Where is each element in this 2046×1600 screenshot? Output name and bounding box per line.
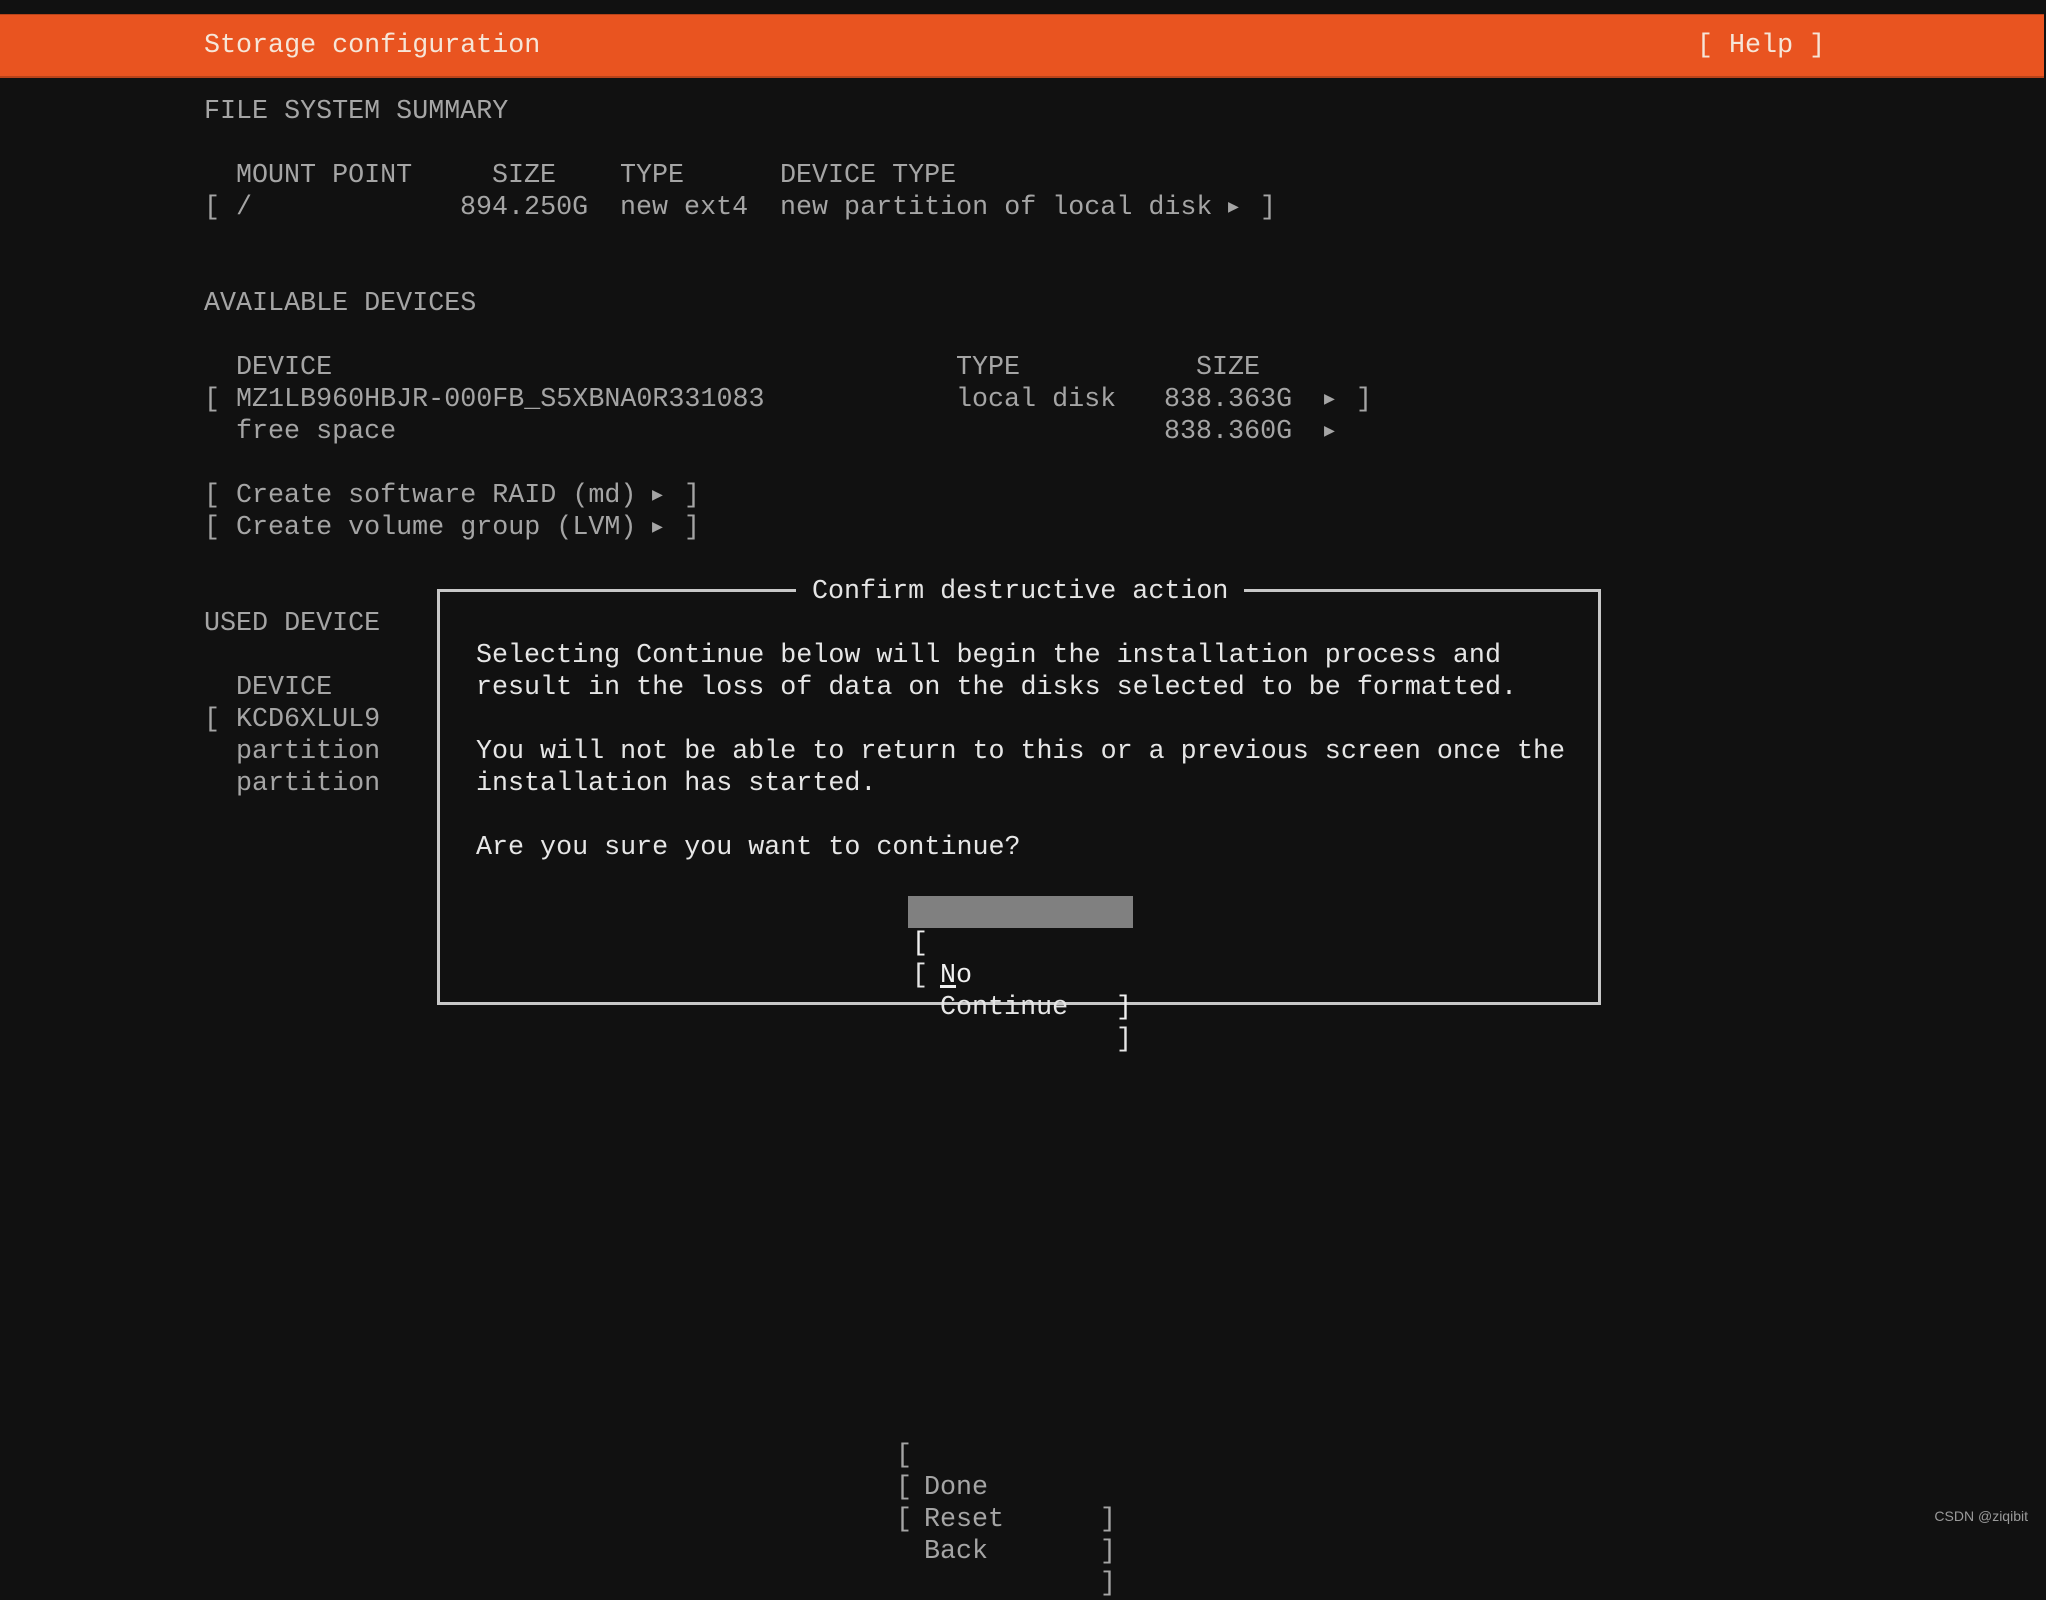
- create-lvm-label: Create volume group (LVM): [236, 513, 637, 543]
- arrow-right-icon: ▶: [652, 486, 663, 506]
- dialog-question: Are you sure you want to continue?: [476, 833, 1021, 863]
- dialog-title: Confirm destructive action: [796, 576, 1245, 608]
- no-button-label: No: [940, 961, 973, 991]
- dialog-message-line: result in the loss of data on the disks …: [476, 673, 1517, 703]
- open-bracket: [: [204, 193, 221, 223]
- fs-col-size: SIZE: [492, 161, 557, 191]
- fs-col-mount-point: MOUNT POINT: [236, 161, 413, 191]
- used-device-name: KCD6XLUL9: [236, 705, 381, 735]
- dialog-message-line: You will not be able to return to this o…: [476, 737, 1566, 767]
- no-button[interactable]: [ No ]: [908, 896, 1133, 1023]
- fs-col-device-type: DEVICE TYPE: [780, 161, 957, 191]
- back-button-label: Back: [924, 1537, 989, 1567]
- close-bracket: ]: [1100, 1569, 1117, 1599]
- watermark: CSDN @ziqibit: [1934, 1508, 2028, 1524]
- device-name: MZ1LB960HBJR-000FB_S5XBNA0R331083: [236, 385, 765, 415]
- device-size: 838.360G: [1164, 417, 1293, 447]
- fs-device-type: new partition of local disk: [780, 193, 1213, 223]
- create-raid-label: Create software RAID (md): [236, 481, 637, 511]
- page-title: Storage configuration: [204, 31, 541, 61]
- used-device-partition: partition: [236, 737, 381, 767]
- close-bracket: ]: [1116, 993, 1133, 1023]
- close-bracket: ]: [684, 481, 701, 511]
- continue-button[interactable]: [ Continue ]: [908, 928, 1133, 1055]
- device-name: free space: [236, 417, 397, 447]
- used-devices-heading: USED DEVICE: [204, 609, 381, 639]
- close-bracket: ]: [684, 513, 701, 543]
- reset-button[interactable]: [ Reset ]: [892, 1440, 1117, 1567]
- close-bracket: ]: [1260, 193, 1277, 223]
- reset-button-label: Reset: [924, 1505, 1005, 1535]
- open-bracket: [: [204, 513, 221, 543]
- header-bar: Storage configuration [ Help ]: [0, 14, 2044, 78]
- back-button[interactable]: [ Back ]: [892, 1472, 1117, 1599]
- arrow-right-icon: ▶: [1324, 390, 1335, 410]
- arrow-right-icon: ▶: [1324, 422, 1335, 442]
- fs-col-type: TYPE: [620, 161, 685, 191]
- arrow-right-icon: ▶: [1228, 198, 1239, 218]
- fs-type: new ext4: [620, 193, 749, 223]
- done-button[interactable]: [ Done ]: [892, 1408, 1117, 1535]
- ad-col-size: SIZE: [1196, 353, 1261, 383]
- fs-mount-point: /: [236, 193, 253, 223]
- ud-col-device: DEVICE: [236, 673, 333, 703]
- device-size: 838.363G: [1164, 385, 1293, 415]
- open-bracket: [: [204, 385, 221, 415]
- open-bracket: [: [204, 705, 221, 735]
- used-device-partition: partition: [236, 769, 381, 799]
- arrow-right-icon: ▶: [652, 518, 663, 538]
- close-bracket: ]: [1100, 1537, 1117, 1567]
- open-bracket: [: [912, 961, 929, 991]
- ad-col-device: DEVICE: [236, 353, 333, 383]
- close-bracket: ]: [1100, 1505, 1117, 1535]
- close-bracket: ]: [1116, 1025, 1133, 1055]
- help-button[interactable]: [ Help ]: [1697, 30, 1825, 62]
- fs-size: 894.250G: [460, 193, 589, 223]
- ad-col-type: TYPE: [956, 353, 1021, 383]
- close-bracket: ]: [1356, 385, 1373, 415]
- dialog-message-line: installation has started.: [476, 769, 877, 799]
- file-system-summary-heading: FILE SYSTEM SUMMARY: [204, 97, 509, 127]
- available-devices-heading: AVAILABLE DEVICES: [204, 289, 477, 319]
- device-type: local disk: [956, 385, 1117, 415]
- dialog-message-line: Selecting Continue below will begin the …: [476, 641, 1501, 671]
- open-bracket: [: [896, 1505, 913, 1535]
- continue-button-label: Continue: [940, 993, 1069, 1023]
- open-bracket: [: [204, 481, 221, 511]
